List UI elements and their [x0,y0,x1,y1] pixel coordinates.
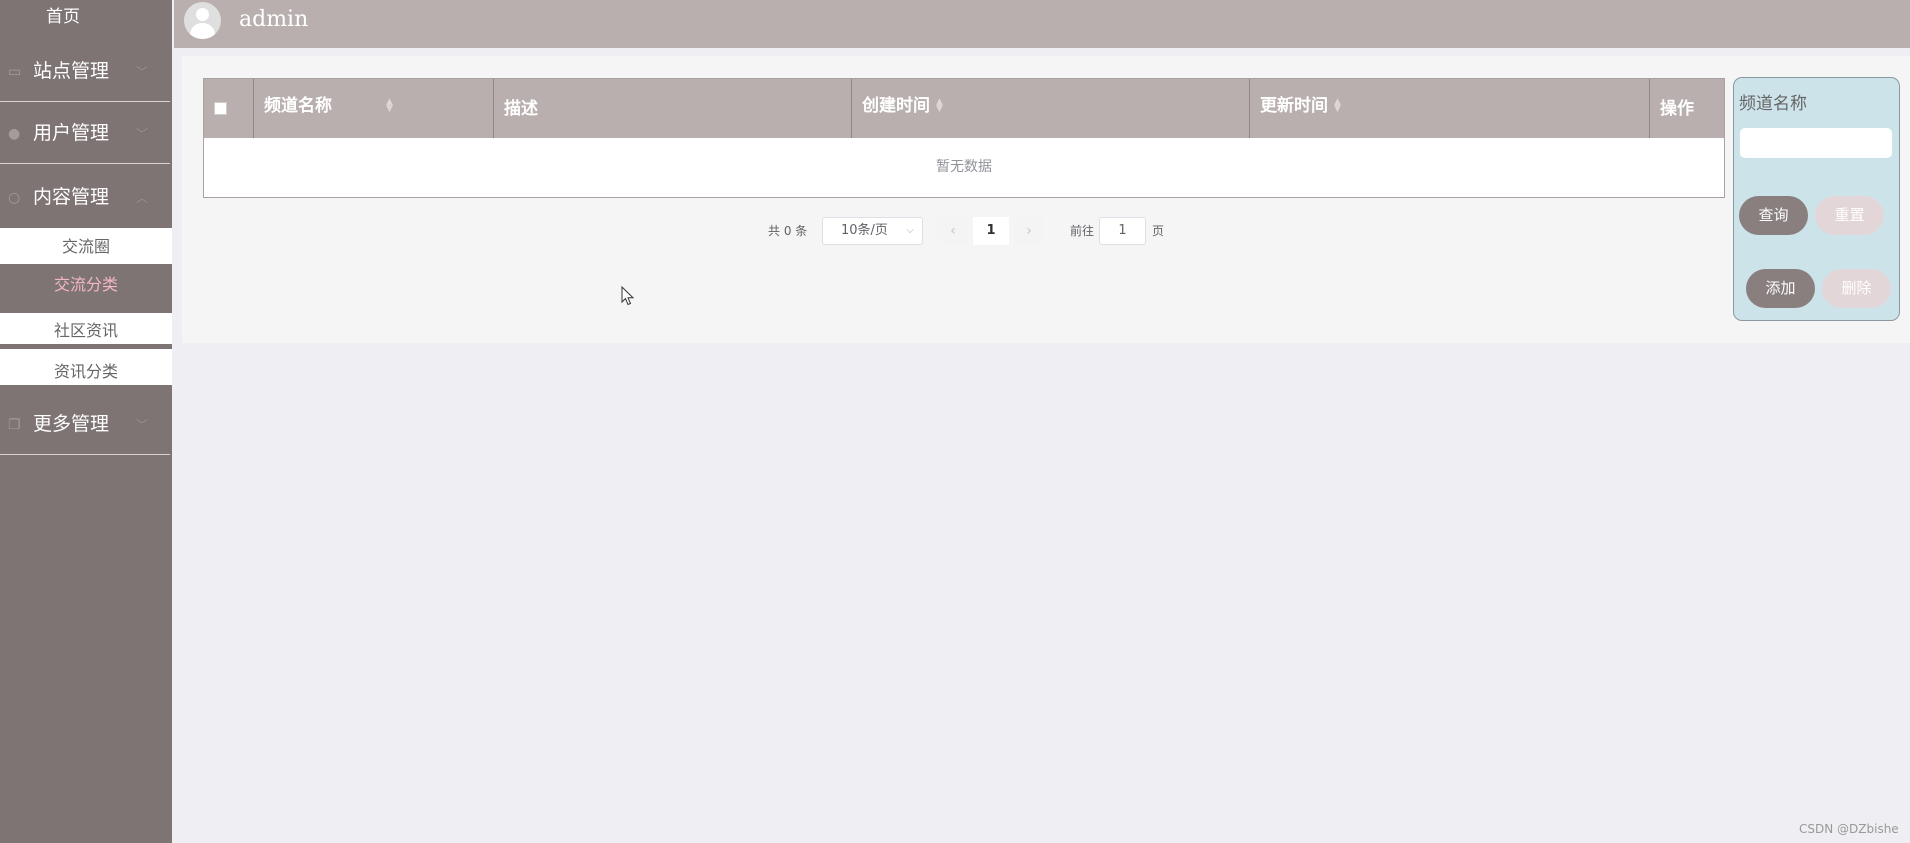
watermark: CSDN @DZbishe [1799,822,1899,836]
column-created-time[interactable]: 创建时间 ▲ ▼ [852,79,1250,138]
mouse-cursor-icon [621,286,635,306]
query-button[interactable]: 查询 [1739,196,1808,235]
sidebar: 首页 ▭ 站点管理 ﹀ ● 用户管理 ﹀ ○ 内容管理 ︿ 交流圈 交流分类 社… [0,0,172,843]
sidebar-group-site[interactable]: ▭ 站点管理 ﹀ [0,40,170,102]
column-label: 创建时间 [862,96,930,116]
column-actions: 操作 [1650,79,1724,138]
sidebar-home-link[interactable]: 首页 [0,0,126,34]
column-label: 更新时间 [1260,96,1328,116]
chevron-down-icon: ﹀ [136,418,149,432]
avatar-head-shape [196,8,209,21]
sort-icon[interactable]: ▲ ▼ [936,98,943,114]
current-page-button[interactable]: 1 [973,217,1009,245]
page-size-select[interactable]: 10条/页 ⌵ [822,217,923,245]
sidebar-group-label: 更多管理 [33,413,110,435]
chevron-up-icon: ︿ [136,191,149,205]
sidebar-item-news-category[interactable]: 资讯分类 [0,349,172,385]
reset-button[interactable]: 重置 [1815,196,1884,235]
avatar-body-shape [190,23,215,39]
sort-icon[interactable]: ▲ ▼ [1334,98,1341,114]
sort-icon[interactable]: ▲ ▼ [386,98,393,114]
username: admin [239,7,309,32]
add-button[interactable]: 添加 [1746,269,1815,308]
column-description: 描述 [494,79,852,138]
table-header: 频道名称 ▲ ▼ 描述 创建时间 ▲ ▼ 更新时间 ▲ ▼ 操作 [204,79,1724,138]
channel-name-search-input[interactable] [1740,128,1892,158]
search-panel: 频道名称 查询 重置 添加 删除 [1733,77,1900,321]
search-label: 频道名称 [1739,94,1807,114]
select-all-checkbox[interactable] [214,102,227,115]
user-icon: ● [8,126,21,142]
message-icon: ○ [8,190,21,206]
top-header: admin [174,0,1910,48]
pagination-total: 共 0 条 [768,224,808,238]
sidebar-group-label: 用户管理 [33,122,110,144]
goto-page-input[interactable]: 1 [1099,217,1146,245]
sidebar-item-exchange-circle[interactable]: 交流圈 [0,228,172,264]
column-label: 描述 [504,99,538,119]
monitor-icon: ▭ [8,64,22,80]
data-table: 频道名称 ▲ ▼ 描述 创建时间 ▲ ▼ 更新时间 ▲ ▼ 操作 暂无数据 [203,78,1725,198]
page-size-value: 10条/页 [841,223,888,238]
sidebar-group-label: 内容管理 [33,186,110,208]
delete-button[interactable]: 删除 [1822,269,1891,308]
sidebar-group-label: 站点管理 [33,60,110,82]
sidebar-group-more[interactable]: ❐ 更多管理 ﹀ [0,393,170,455]
goto-label: 前往 [1070,224,1095,238]
column-label: 操作 [1660,99,1694,119]
sidebar-group-content[interactable]: ○ 内容管理 ︿ [0,166,170,228]
chevron-down-icon: ﹀ [136,65,149,79]
sidebar-item-exchange-category[interactable]: 交流分类 [0,266,172,302]
column-updated-time[interactable]: 更新时间 ▲ ▼ [1250,79,1650,138]
chevron-down-icon: ﹀ [136,127,149,141]
prev-page-button[interactable]: ‹ [938,217,968,245]
next-page-button[interactable]: › [1014,217,1044,245]
empty-state-text: 暂无数据 [936,159,992,175]
column-label: 频道名称 [264,96,332,116]
main-panel: 频道名称 ▲ ▼ 描述 创建时间 ▲ ▼ 更新时间 ▲ ▼ 操作 暂无数据 [182,56,1910,343]
sidebar-item-community-news[interactable]: 社区资讯 [0,313,172,344]
sidebar-group-user[interactable]: ● 用户管理 ﹀ [0,102,170,164]
page-suffix: 页 [1152,224,1165,238]
column-channel-name[interactable]: 频道名称 ▲ ▼ [254,79,494,138]
avatar[interactable] [184,2,221,39]
chevron-down-icon: ⌵ [906,225,914,236]
copy-icon: ❐ [8,417,21,433]
select-all-column [204,79,254,138]
